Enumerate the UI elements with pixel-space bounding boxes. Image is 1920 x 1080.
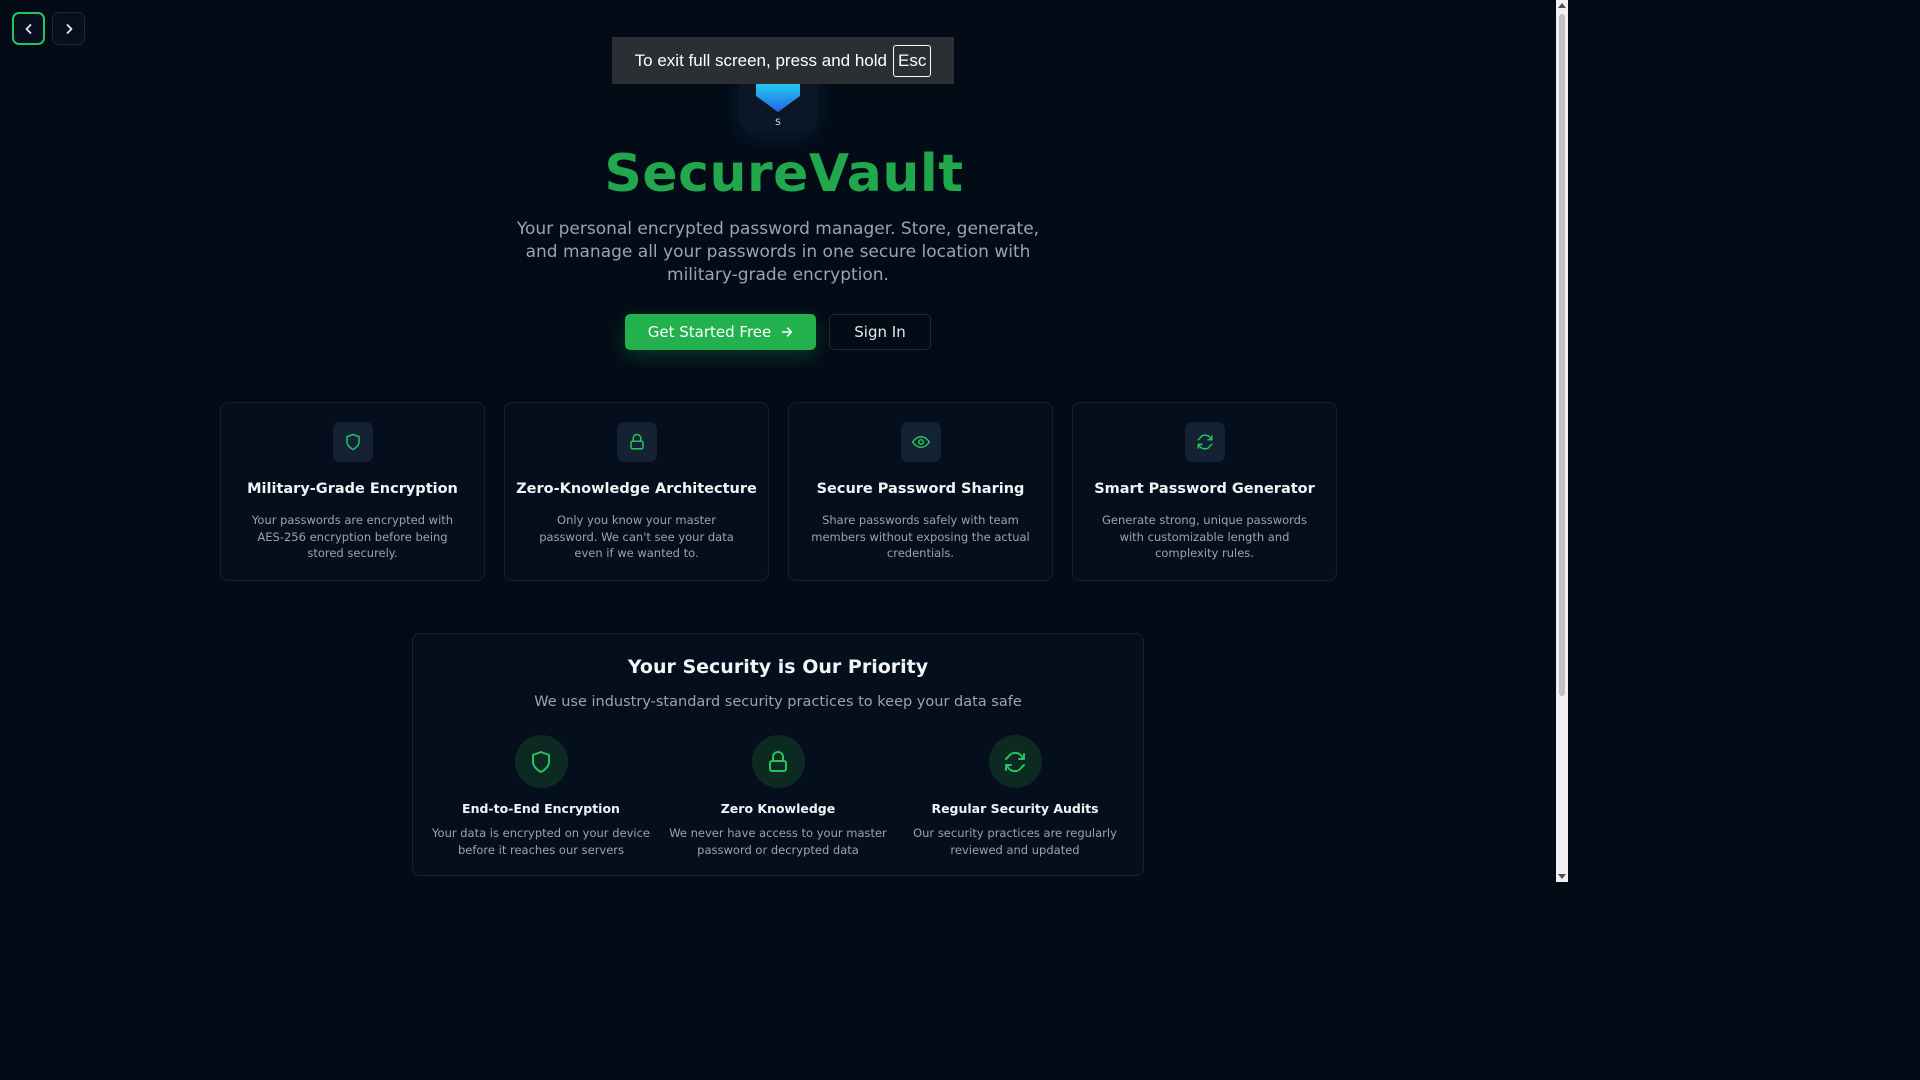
chevron-left-icon	[25, 23, 31, 34]
feature-card-encryption: Military-Grade Encryption Your passwords…	[220, 402, 485, 581]
forward-button[interactable]	[52, 12, 85, 45]
feature-description: Only you know your master password. We c…	[539, 513, 734, 560]
back-button[interactable]	[12, 12, 45, 45]
security-subtitle: We use industry-standard security practi…	[534, 694, 1022, 710]
feature-title: Smart Password Generator	[1094, 481, 1315, 497]
security-item-description: We never have access to your master pass…	[669, 826, 887, 857]
get-started-button[interactable]: Get Started Free	[625, 314, 816, 350]
sign-in-button[interactable]: Sign In	[829, 314, 931, 350]
feature-card-sharing: Secure Password Sharing Share passwords …	[788, 402, 1053, 581]
chevron-right-icon	[66, 23, 72, 34]
security-item-encryption: End-to-End Encryption Your data is encry…	[431, 735, 651, 858]
refresh-icon	[1197, 434, 1212, 450]
feature-title: Zero-Knowledge Architecture	[516, 481, 757, 497]
arrow-right-icon	[782, 327, 793, 337]
feature-description: Your passwords are encrypted with AES-25…	[251, 513, 454, 560]
security-item-audits: Regular Security Audits Our security pra…	[905, 735, 1125, 858]
lock-icon	[769, 750, 787, 772]
esc-key-hint: Esc	[892, 44, 932, 77]
vertical-scrollbar[interactable]	[1556, 0, 1568, 882]
security-item-title: Zero Knowledge	[720, 801, 836, 816]
page-title: SecureVault	[604, 144, 964, 204]
shield-icon	[532, 750, 550, 773]
feature-title: Military-Grade Encryption	[247, 481, 458, 497]
fullscreen-exit-toast: To exit full screen, press and hold Esc	[612, 37, 954, 84]
lock-icon	[629, 433, 644, 450]
toast-message: To exit full screen, press and hold	[634, 50, 887, 70]
refresh-icon	[1005, 751, 1025, 772]
hero-subtitle: Your personal encrypted password manager…	[516, 219, 1040, 285]
scroll-up-arrow-icon[interactable]	[1558, 3, 1566, 8]
eye-icon	[911, 436, 930, 448]
security-section: Your Security is Our Priority We use ind…	[412, 633, 1144, 876]
feature-description: Share passwords safely with team members…	[811, 513, 1030, 560]
scroll-down-arrow-icon[interactable]	[1558, 874, 1566, 879]
security-item-title: Regular Security Audits	[931, 801, 1099, 816]
feature-description: Generate strong, unique passwords with c…	[1102, 513, 1307, 560]
logo-shield-icon	[756, 82, 800, 112]
security-title: Your Security is Our Priority	[627, 656, 929, 678]
get-started-label: Get Started Free	[647, 323, 772, 341]
scrollbar-thumb[interactable]	[1559, 14, 1565, 696]
security-item-description: Your data is encrypted on your device be…	[432, 826, 650, 857]
shield-icon	[345, 433, 360, 451]
feature-card-generator: Smart Password Generator Generate strong…	[1072, 402, 1337, 581]
sign-in-label: Sign In	[854, 323, 906, 341]
feature-title: Secure Password Sharing	[816, 481, 1025, 497]
logo-letter: S	[775, 118, 781, 128]
security-item-title: End-to-End Encryption	[462, 801, 620, 816]
feature-card-zero-knowledge: Zero-Knowledge Architecture Only you kno…	[504, 402, 769, 581]
security-item-description: Our security practices are regularly rev…	[913, 826, 1117, 857]
security-item-zero-knowledge: Zero Knowledge We never have access to y…	[668, 735, 888, 858]
